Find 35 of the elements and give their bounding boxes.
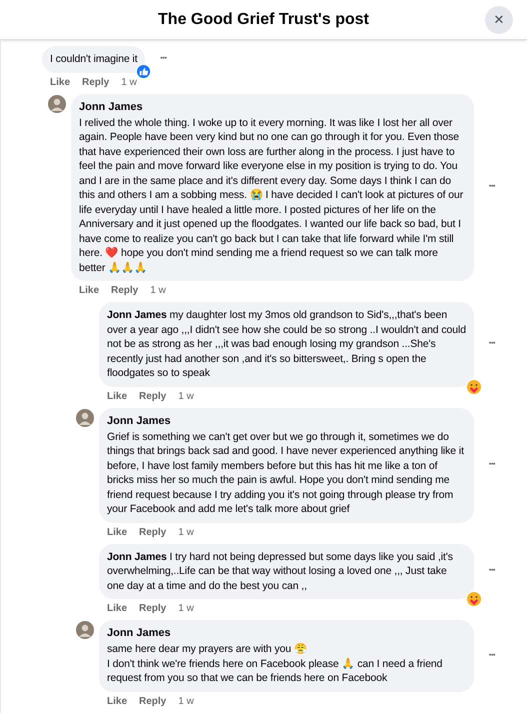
comment-action-link[interactable]: Like [107,524,128,540]
author-name[interactable]: Jonn James [107,414,466,428]
comment-action-link[interactable]: Reply [82,74,110,90]
comment-action-link[interactable]: Like [107,388,128,404]
comment-text: Jonn James my daughter lost my 3mos old grandson to Sid's,,,that's been over a year ago ,,,I didn't see how she could be so strong ..I wouldn't and could not be as strong as her ,,,it was bad enough losing my grandson ...She's recently just had another son ,and it's so bittersweet,. Bring s open the floodgates so to speak [107,308,466,380]
post-title: The Good Grief Trust's post [158,10,369,30]
close-button[interactable]: ✕ [485,6,513,34]
comment-action-link[interactable]: Like [79,283,100,298]
comment-action-link[interactable]: Reply [139,694,166,708]
comment-time: 1 w [178,602,194,616]
comment-action-link[interactable]: Like [107,694,128,708]
comment-time: 1 w [150,284,166,298]
avatar-icon[interactable] [76,408,94,426]
comment-action-link[interactable]: Reply [111,283,138,298]
comment-time: 1 w [178,526,194,540]
avatar-icon[interactable] [48,94,66,112]
comment-text: Grief is something we can't get over but we go through it, sometimes we do things that brings back sad and good. I have never experienced anything like it before, I have lost family members before but this has hit me like a ton of bricks miss her so much the pain is awful. Hope you don't mind sending me friend request because I try adding you it's not going through please try from your Facebook and add me let's talk more about grief [107,430,465,516]
comment-text: Jonn James I try hard not being depressed but some days like you said ,it's overwhelming,..Life can be that way without losing a loved one ,,, Just take one day at a time and do the best you can ,, [107,550,454,593]
comment-text: I relived the whole thing. I woke up to it every morning. It was like I lost her all over again. People have been very kind but no one can go through it for you. Even those that have experienced their own loss are further along in the process. I just have to feel the pain and move forward like everyone else in my position is trying to do. You and I are in the same place and it's different every day. Some days I think I can do this and others I am a sobbing mess. 😭 I have decided I can't look at pictures of our life everyday until I have healed a little more. I posted pictures of her life on the Anniversary and it just opened up the floodgates. I wanted our life back so bad, but I have come to realize you can't go back but I can take that life forward while I'm still here. ❤ hope you don't mind sending me a friend request so we can talk more better 🙏🙏🙏 [79,116,464,275]
comment-action-link[interactable]: Reply [139,524,166,540]
author-name[interactable]: Jonn James [107,626,466,640]
comment-time: 1 w [178,390,194,404]
comment-text: I couldn't imagine it [50,52,138,66]
author-name[interactable]: Jonn James [79,100,466,114]
like-reaction-icon[interactable] [136,64,152,78]
hug-face-reaction-icon[interactable] [466,378,482,394]
comment-time: 1 w [121,76,137,90]
comment-action-link[interactable]: Reply [139,601,166,616]
comment-action-link[interactable]: Like [107,601,128,616]
comment-time: 1 w [178,694,194,708]
comment-action-link[interactable]: Reply [139,388,166,404]
comment-action-link[interactable]: Like [50,74,70,90]
comment-text: same here dear my prayers are with you 😤 I don't think we're friends here on Facebook please 🙏 can I need a friend request from you so that we can be friends here on Facebook [107,642,444,686]
avatar-icon[interactable] [76,621,94,639]
hug-face-reaction-icon[interactable] [466,591,482,607]
